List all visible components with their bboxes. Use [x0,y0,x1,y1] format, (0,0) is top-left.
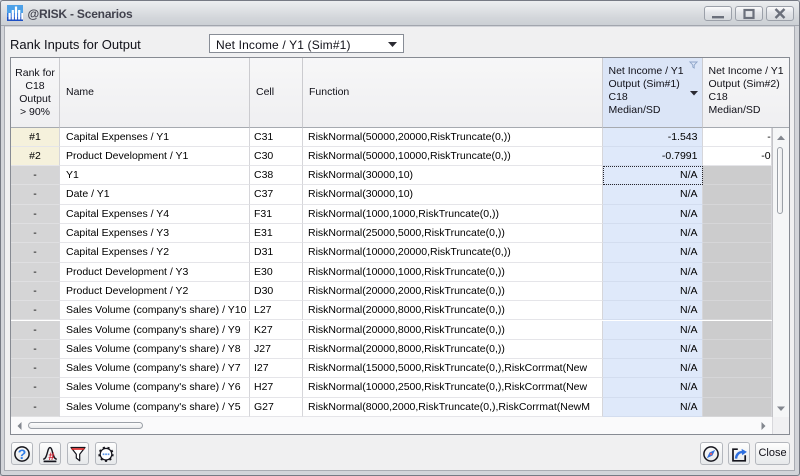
svg-text:?: ? [17,446,26,462]
svg-text:#: # [48,451,54,463]
